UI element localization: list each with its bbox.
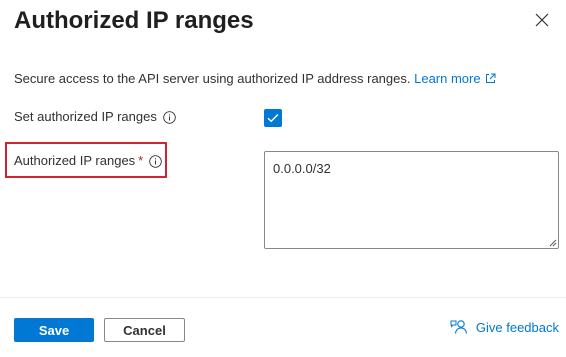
footer-divider	[0, 297, 566, 298]
required-marker: *	[138, 153, 144, 168]
authorized-ip-ranges-panel: Authorized IP ranges Secure access to th…	[0, 0, 566, 357]
learn-more-label: Learn more	[414, 71, 481, 86]
panel-description: Secure access to the API server using au…	[14, 70, 496, 89]
cancel-button[interactable]: Cancel	[104, 318, 185, 342]
authorized-ranges-textarea[interactable]: 0.0.0.0/32	[264, 151, 559, 249]
info-icon[interactable]	[163, 110, 176, 124]
checkmark-icon	[267, 114, 279, 123]
set-ranges-label-text: Set authorized IP ranges	[14, 109, 157, 124]
feedback-icon	[450, 319, 468, 335]
set-authorized-ranges-label: Set authorized IP ranges	[14, 108, 176, 126]
close-icon	[535, 13, 549, 27]
close-button[interactable]	[530, 8, 554, 32]
feedback-label: Give feedback	[475, 319, 559, 335]
authorized-ranges-label: Authorized IP ranges *	[14, 152, 162, 170]
external-link-icon	[485, 71, 496, 89]
set-authorized-ranges-checkbox[interactable]	[264, 109, 282, 127]
learn-more-link[interactable]: Learn more	[414, 71, 496, 89]
description-text: Secure access to the API server using au…	[14, 71, 411, 86]
give-feedback-link[interactable]: Give feedback	[450, 319, 559, 335]
resize-grip-icon[interactable]	[547, 237, 557, 247]
info-icon[interactable]	[149, 154, 162, 168]
ranges-label-text: Authorized IP ranges	[14, 153, 136, 168]
save-button[interactable]: Save	[14, 318, 94, 342]
panel-title: Authorized IP ranges	[14, 7, 254, 34]
